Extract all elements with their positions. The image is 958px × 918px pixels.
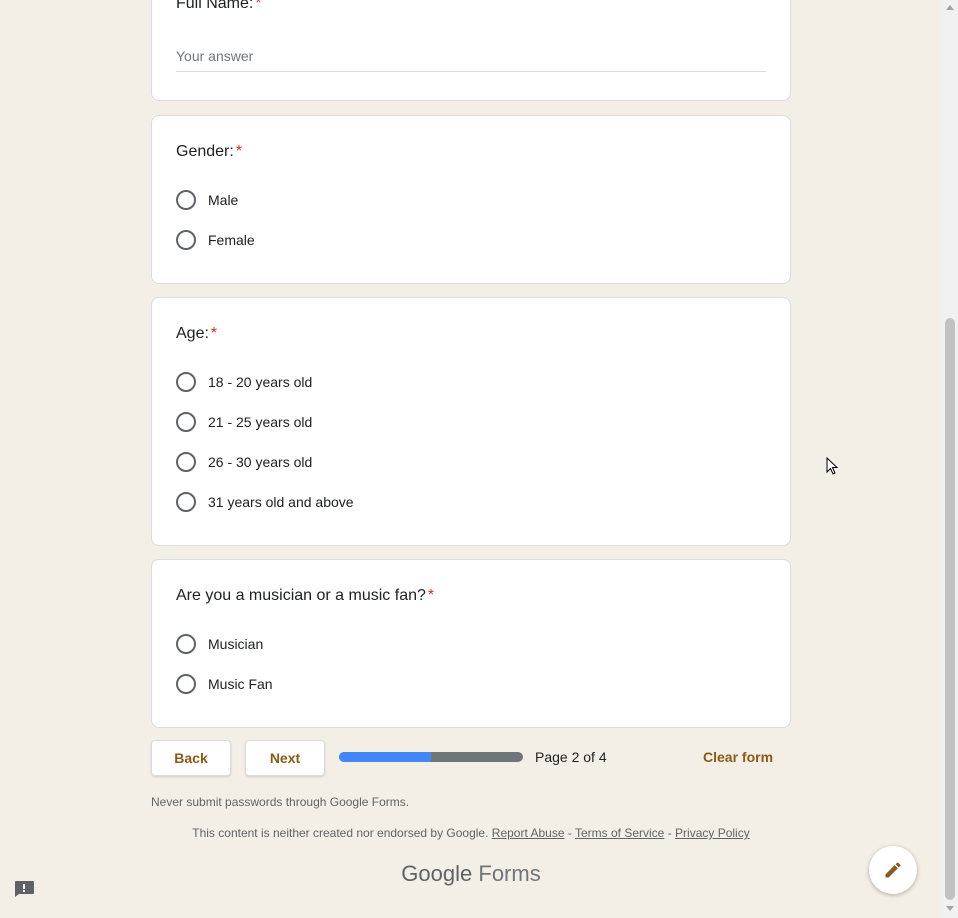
mouse-cursor-icon	[826, 457, 839, 475]
scroll-down-arrow[interactable]	[946, 906, 954, 911]
question-title: Are you a musician or a music fan? *	[176, 587, 434, 605]
radio-button[interactable]	[176, 634, 196, 654]
radio-option-musician[interactable]: Musician	[176, 633, 263, 655]
separator: -	[667, 826, 672, 840]
brand-forms: Forms	[478, 861, 541, 886]
option-label: 26 - 30 years old	[208, 454, 313, 470]
progress-bar	[339, 752, 523, 762]
question-title: Full Name: *	[176, 0, 262, 13]
radio-option-male[interactable]: Male	[176, 189, 238, 211]
radio-button[interactable]	[176, 230, 196, 250]
option-label: 18 - 20 years old	[208, 374, 313, 390]
clear-form-button[interactable]: Clear form	[703, 749, 773, 765]
radio-button[interactable]	[176, 674, 196, 694]
pencil-icon	[885, 862, 901, 878]
option-label: 31 years old and above	[208, 494, 354, 510]
radio-option-31-above[interactable]: 31 years old and above	[176, 491, 354, 513]
edit-form-button[interactable]	[869, 846, 917, 894]
radio-option-music-fan[interactable]: Music Fan	[176, 673, 273, 695]
option-label: Female	[208, 232, 255, 248]
option-label: Music Fan	[208, 676, 273, 692]
radio-option-female[interactable]: Female	[176, 229, 255, 251]
required-asterisk: *	[235, 143, 243, 160]
question-title-text: Gender:	[176, 143, 234, 160]
progress-bar-fill	[339, 752, 431, 762]
required-asterisk: *	[427, 587, 435, 604]
terms-link[interactable]: Terms of Service	[575, 826, 664, 840]
radio-button[interactable]	[176, 452, 196, 472]
report-abuse-link[interactable]: Report Abuse	[492, 826, 565, 840]
page-scrollbar[interactable]	[942, 0, 958, 918]
option-label: 21 - 25 years old	[208, 414, 313, 430]
password-warning: Never submit passwords through Google Fo…	[151, 795, 410, 809]
question-title-text: Full Name:	[176, 0, 254, 12]
radio-button[interactable]	[176, 492, 196, 512]
disclaimer-text: This content is neither created nor endo…	[192, 826, 489, 840]
scroll-up-arrow[interactable]	[946, 5, 954, 10]
required-asterisk: *	[255, 0, 262, 12]
question-card-full-name: Full Name: * Your answer	[151, 0, 791, 101]
question-card-gender: Gender: * Male Female	[151, 115, 791, 284]
question-title-text: Are you a musician or a music fan?	[176, 587, 426, 604]
privacy-link[interactable]: Privacy Policy	[675, 826, 750, 840]
option-label: Male	[208, 192, 239, 208]
separator: -	[567, 826, 572, 840]
question-card-musician: Are you a musician or a music fan? * Musi…	[151, 559, 791, 728]
scrollbar-thumb[interactable]	[945, 318, 955, 900]
footer-disclaimer: This content is neither created nor endo…	[0, 826, 942, 840]
google-forms-logo[interactable]: Google Forms	[0, 861, 942, 887]
back-button[interactable]: Back	[151, 740, 231, 776]
page-indicator: Page 2 of 4	[535, 749, 607, 765]
option-label: Musician	[208, 636, 264, 652]
report-problem-icon[interactable]	[13, 880, 35, 898]
radio-option-21-25[interactable]: 21 - 25 years old	[176, 411, 312, 433]
radio-option-18-20[interactable]: 18 - 20 years old	[176, 371, 312, 393]
question-title: Gender: *	[176, 143, 242, 161]
required-asterisk: *	[210, 325, 218, 342]
radio-button[interactable]	[176, 190, 196, 210]
radio-option-26-30[interactable]: 26 - 30 years old	[176, 451, 312, 473]
next-button[interactable]: Next	[245, 740, 325, 776]
radio-button[interactable]	[176, 412, 196, 432]
radio-button[interactable]	[176, 372, 196, 392]
brand-google: Google	[401, 861, 473, 886]
question-title: Age: *	[176, 325, 217, 343]
question-title-text: Age:	[176, 325, 209, 342]
full-name-input[interactable]: Your answer	[176, 48, 766, 72]
question-card-age: Age: * 18 - 20 years old 21 - 25 years ol…	[151, 297, 791, 546]
